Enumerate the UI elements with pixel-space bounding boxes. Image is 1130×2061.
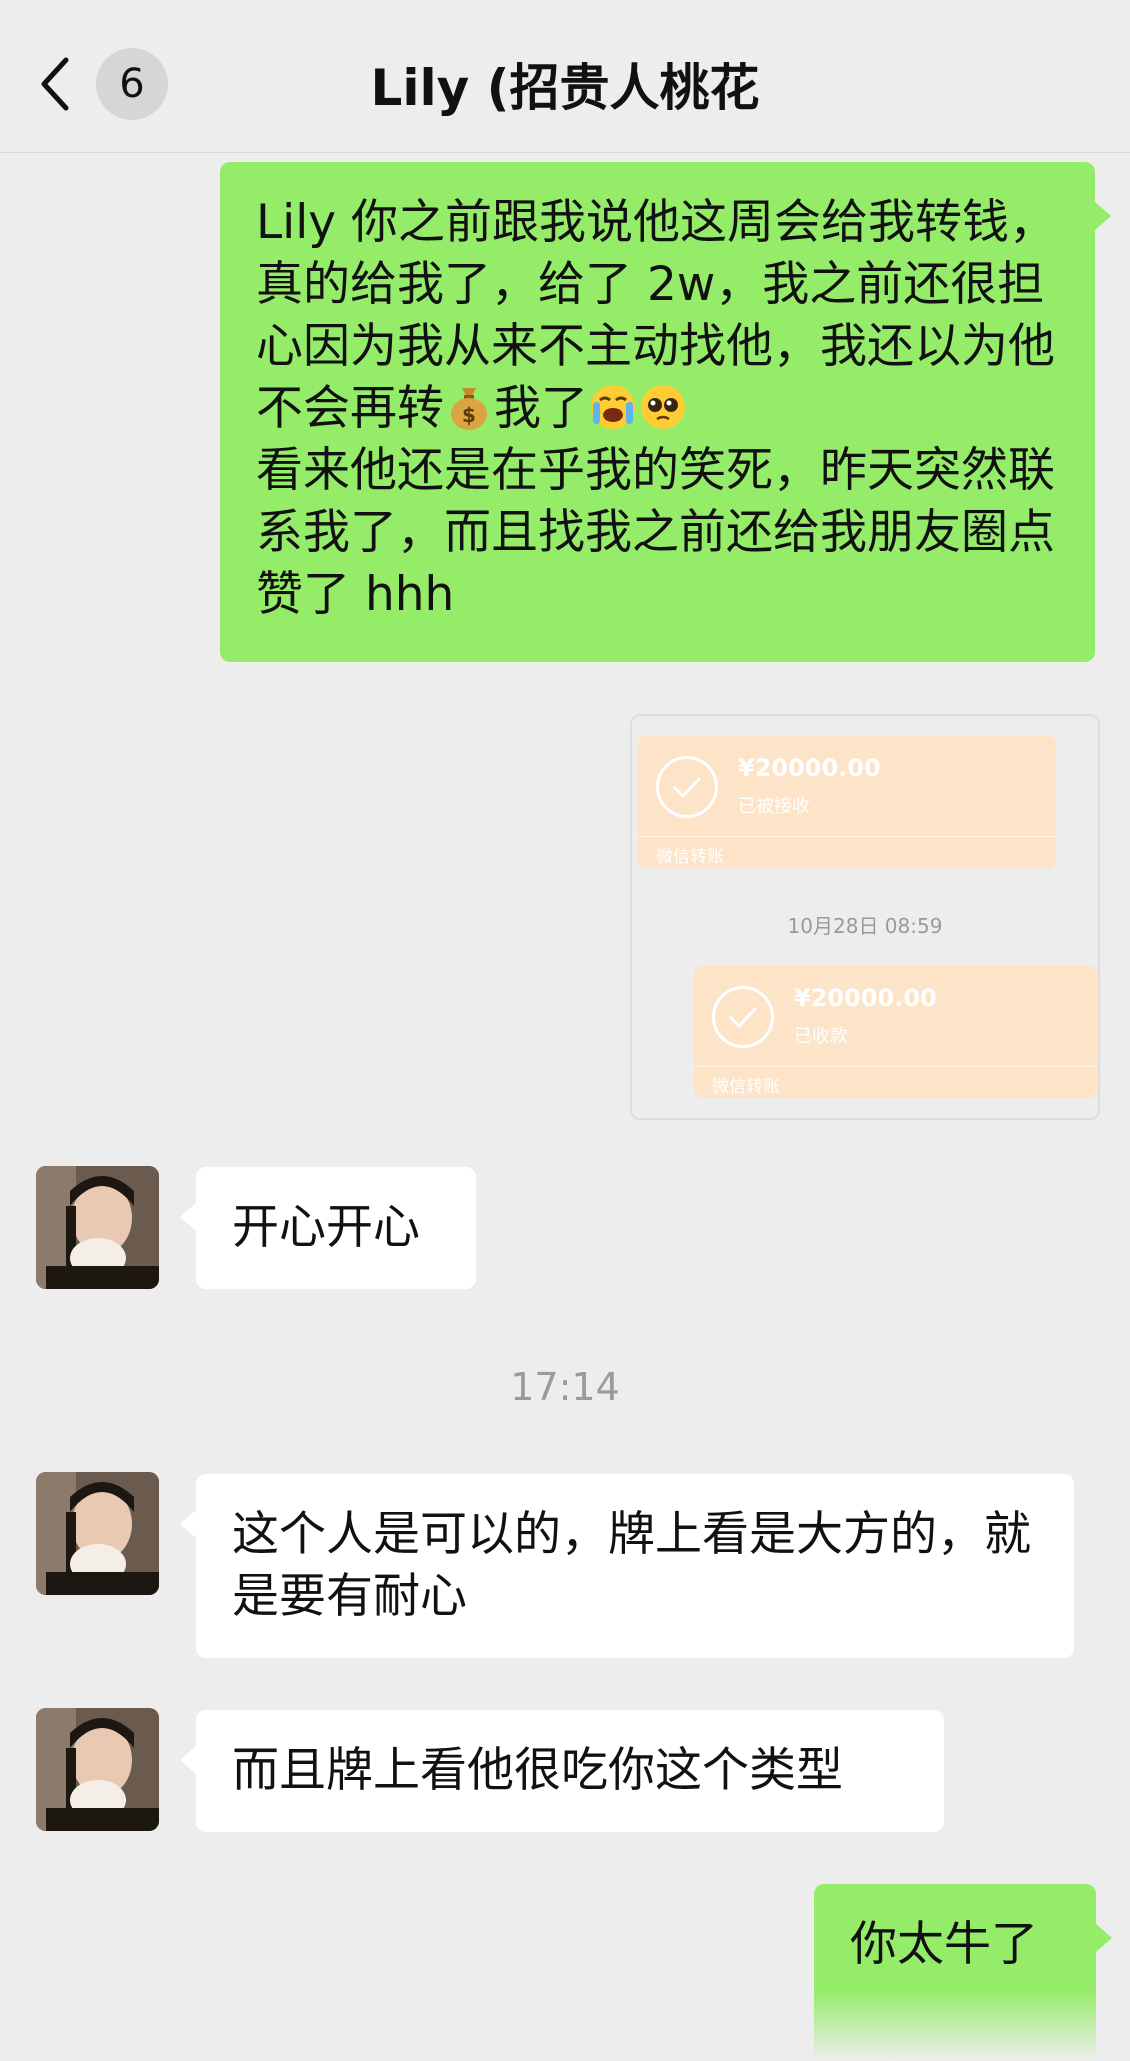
chat-title: Lily (招贵人桃花 xyxy=(370,59,760,117)
message-text: 你太牛了 xyxy=(850,1917,1038,1972)
transfer-amount: ¥20000.00 xyxy=(794,984,937,1012)
svg-text:$: $ xyxy=(462,403,476,427)
bottom-fade xyxy=(800,1990,1120,2061)
contact-avatar[interactable] xyxy=(36,1708,159,1831)
transfer-footer: 微信转账 xyxy=(656,847,724,867)
transfer-card: ¥20000.00 已收款 微信转账 xyxy=(694,966,1098,1098)
time-divider: 17:14 xyxy=(510,1365,620,1409)
received-message-bubble[interactable]: 开心开心 xyxy=(180,1167,476,1289)
divider xyxy=(638,836,1056,837)
message-text: 开心开心 xyxy=(232,1200,420,1255)
contact-avatar[interactable] xyxy=(36,1166,159,1289)
message-text: 我了 xyxy=(494,381,588,436)
divider xyxy=(694,1066,1098,1067)
contact-avatar[interactable] xyxy=(36,1472,159,1595)
transfer-timestamp: 10月28日 08:59 xyxy=(787,914,943,938)
transfer-amount: ¥20000.00 xyxy=(738,754,881,782)
received-message-bubble[interactable]: 而且牌上看他很吃你这个类型 xyxy=(180,1710,944,1832)
check-circle-icon xyxy=(656,756,718,818)
chat-screen: 6 Lily (招贵人桃花 Lily 你之前跟我说他这周会给我转钱，真的给我了，… xyxy=(0,0,1130,2061)
message-text: 而且牌上看他很吃你这个类型 xyxy=(232,1743,843,1798)
check-circle-icon xyxy=(712,986,774,1048)
message-text: 这个人是可以的，牌上看是大方的，就是要有耐心 xyxy=(232,1507,1031,1624)
money-bag-emoji: $ xyxy=(451,388,487,430)
sent-message-bubble[interactable]: Lily 你之前跟我说他这周会给我转钱，真的给我了，给了 2w，我之前还很担心因… xyxy=(220,162,1111,662)
transfer-card: ¥20000.00 已被接收 微信转账 xyxy=(638,736,1056,868)
transfer-screenshot-image[interactable]: ¥20000.00 已被接收 微信转账 10月28日 08:59 ¥20000.… xyxy=(630,714,1100,1120)
unread-count-badge[interactable]: 6 xyxy=(96,48,168,120)
transfer-status: 已收款 xyxy=(794,1026,848,1047)
transfer-footer: 微信转账 xyxy=(712,1077,780,1097)
chat-header: 6 Lily (招贵人桃花 xyxy=(0,0,1130,153)
loudly-crying-emoji xyxy=(591,385,635,429)
received-message-bubble[interactable]: 这个人是可以的，牌上看是大方的，就是要有耐心 xyxy=(180,1474,1074,1658)
transfer-status: 已被接收 xyxy=(738,796,810,817)
message-text: 看来他还是在乎我的笑死，昨天突然联系我了，而且找我之前还给我朋友圈点赞了 hhh xyxy=(256,443,1055,622)
chevron-left-icon xyxy=(41,57,69,111)
pleading-face-emoji xyxy=(641,385,685,429)
